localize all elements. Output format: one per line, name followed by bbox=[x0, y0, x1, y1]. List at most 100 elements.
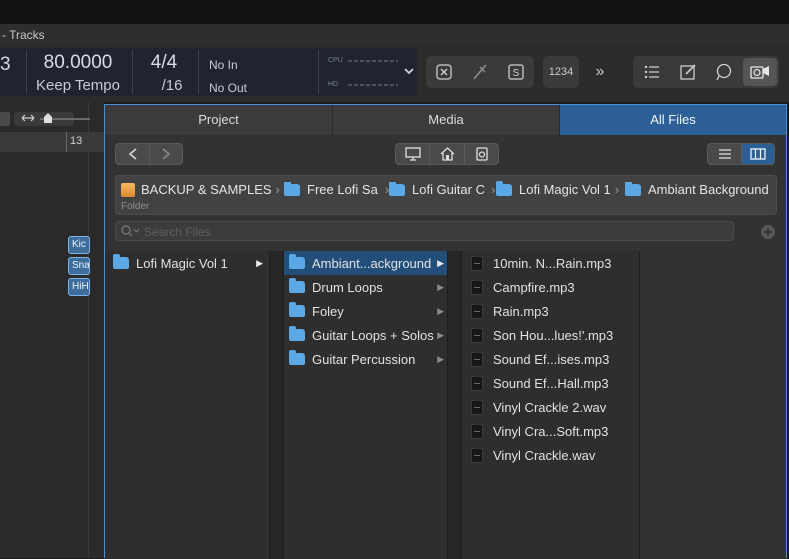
time-signature[interactable]: 4/4 bbox=[134, 52, 194, 74]
chevron-right-icon: ▶ bbox=[437, 257, 444, 268]
item-label: Vinyl Crackle 2.wav bbox=[493, 399, 607, 415]
list-item[interactable]: Son Hou...lues!'.mp3 bbox=[462, 323, 639, 347]
search-placeholder: Search Files bbox=[144, 225, 211, 239]
breadcrumb-lofi-magic[interactable]: Lofi Magic Vol 1 › bbox=[496, 180, 624, 197]
item-label: 10min. N...Rain.mp3 bbox=[493, 255, 612, 271]
tuner-icon[interactable] bbox=[468, 60, 492, 84]
item-label: Vinyl Crackle.wav bbox=[493, 447, 596, 463]
list-item[interactable]: Vinyl Crackle.wav bbox=[462, 443, 639, 467]
search-field[interactable]: Search Files bbox=[115, 221, 734, 241]
list-item[interactable]: Ambiant...ackground ▶ bbox=[284, 251, 447, 275]
breadcrumb-free-lofi[interactable]: Free Lofi Sa bbox=[284, 182, 381, 197]
list-item[interactable]: Vinyl Crackle 2.wav bbox=[462, 395, 639, 419]
forward-icon[interactable] bbox=[150, 144, 182, 164]
breadcrumb-lofi-guitar[interactable]: Lofi Guitar C bbox=[389, 182, 487, 197]
item-label: Campfire.mp3 bbox=[493, 279, 575, 295]
list-item[interactable]: Foley ▶ bbox=[284, 299, 447, 323]
item-label: Sound Ef...ises.mp3 bbox=[493, 351, 610, 367]
tab-project[interactable]: Project bbox=[105, 105, 333, 135]
breadcrumb-label: Lofi Guitar C bbox=[412, 182, 485, 197]
svg-text:S: S bbox=[513, 68, 520, 79]
tab-media[interactable]: Media bbox=[333, 105, 560, 135]
count-in-button[interactable]: 1234 bbox=[543, 56, 579, 88]
chevron-right-icon: ▶ bbox=[256, 257, 263, 268]
audio-file-icon bbox=[471, 399, 483, 415]
item-label: Foley bbox=[312, 303, 344, 319]
tracks-toolbar bbox=[0, 108, 104, 130]
solo-icon[interactable]: S bbox=[504, 60, 528, 84]
region-kick[interactable]: Kic bbox=[68, 236, 90, 254]
item-label: Vinyl Cra...Soft.mp3 bbox=[493, 423, 609, 439]
computer-icon[interactable] bbox=[396, 144, 430, 164]
breadcrumb-label: Ambiant Background bbox=[648, 182, 769, 197]
tempo-value[interactable]: 80.0000 bbox=[28, 52, 128, 74]
list-item[interactable]: Guitar Loops + Solos ▶ bbox=[284, 323, 447, 347]
home-icon[interactable] bbox=[430, 144, 465, 164]
folder-icon bbox=[289, 278, 305, 293]
hd-meter bbox=[348, 84, 398, 86]
browser-icon[interactable] bbox=[743, 58, 777, 86]
lcd-bar-value: 3 bbox=[0, 54, 11, 75]
horizontal-zoom-icon[interactable] bbox=[20, 110, 36, 126]
lcd-chevron-down-icon[interactable] bbox=[402, 64, 416, 78]
audio-file-icon bbox=[471, 375, 483, 391]
breadcrumb-ambiant-background[interactable]: Ambiant Background bbox=[625, 182, 775, 197]
quick-help-icon[interactable] bbox=[432, 60, 456, 84]
audio-file-icon bbox=[471, 351, 483, 367]
list-view-icon[interactable] bbox=[708, 144, 742, 164]
audio-file-icon bbox=[471, 327, 483, 343]
region-snare[interactable]: Sna bbox=[68, 257, 90, 275]
audio-file-icon bbox=[471, 447, 483, 463]
breadcrumb-backup-samples[interactable]: BACKUP & SAMPLES › bbox=[121, 182, 285, 197]
lcd-display[interactable]: 3 80.0000 Keep Tempo 4/4 /16 No In No Ou… bbox=[0, 48, 417, 96]
cpu-meter bbox=[348, 60, 398, 62]
search-icon bbox=[120, 224, 142, 238]
tracks-area bbox=[0, 102, 104, 558]
breadcrumb-label: Free Lofi Sa bbox=[307, 182, 378, 197]
list-item[interactable]: Lofi Magic Vol 1 ▶ bbox=[105, 251, 269, 275]
folder-icon bbox=[389, 182, 405, 196]
region-hihat[interactable]: HiH bbox=[68, 278, 90, 296]
tempo-mode[interactable]: Keep Tempo bbox=[28, 77, 128, 94]
view-mode-group bbox=[707, 143, 775, 165]
breadcrumb-label: Lofi Magic Vol 1 bbox=[519, 182, 611, 197]
item-label: Drum Loops bbox=[312, 279, 383, 295]
folder-icon bbox=[289, 350, 305, 365]
project-folder-icon[interactable] bbox=[465, 144, 499, 164]
list-item[interactable]: 10min. N...Rain.mp3 bbox=[462, 251, 639, 275]
folder-icon bbox=[289, 254, 305, 269]
locations-group bbox=[395, 143, 499, 165]
list-item[interactable]: Campfire.mp3 bbox=[462, 275, 639, 299]
add-icon[interactable] bbox=[760, 224, 776, 240]
list-item[interactable]: Drum Loops ▶ bbox=[284, 275, 447, 299]
item-label: Guitar Percussion bbox=[312, 351, 416, 367]
browser-column-3: 10min. N...Rain.mp3 Campfire.mp3 Rain.mp… bbox=[462, 251, 640, 559]
item-label: Rain.mp3 bbox=[493, 303, 549, 319]
list-item[interactable]: Sound Ef...ises.mp3 bbox=[462, 347, 639, 371]
list-editors-icon[interactable] bbox=[639, 60, 665, 84]
timeline-ruler[interactable]: 13 bbox=[0, 132, 104, 152]
column-view-icon[interactable] bbox=[742, 144, 774, 164]
folder-icon bbox=[289, 302, 305, 317]
midi-in: No In bbox=[209, 58, 238, 72]
loop-browser-icon[interactable] bbox=[711, 60, 737, 84]
browser-column-2: Ambiant...ackground ▶ Drum Loops ▶ Foley… bbox=[284, 251, 448, 559]
list-item[interactable]: Sound Ef...Hall.mp3 bbox=[462, 371, 639, 395]
edit-tools-group: S bbox=[426, 56, 534, 88]
back-icon[interactable] bbox=[116, 144, 150, 164]
browser-column-1: Lofi Magic Vol 1 ▶ bbox=[105, 251, 270, 559]
tab-all-files[interactable]: All Files bbox=[560, 105, 786, 135]
folder-icon bbox=[113, 254, 129, 269]
back-forward-group bbox=[115, 143, 183, 165]
audio-file-icon bbox=[471, 279, 483, 295]
audio-file-icon bbox=[471, 255, 483, 271]
item-label: Son Hou...lues!'.mp3 bbox=[493, 327, 614, 343]
item-label: Ambiant...ackground bbox=[312, 255, 432, 271]
zoom-slider-thumb[interactable] bbox=[43, 112, 53, 124]
notepad-icon[interactable] bbox=[675, 60, 701, 84]
list-item[interactable]: Rain.mp3 bbox=[462, 299, 639, 323]
list-item[interactable]: Vinyl Cra...Soft.mp3 bbox=[462, 419, 639, 443]
item-label: Lofi Magic Vol 1 bbox=[136, 255, 228, 271]
more-button[interactable]: » bbox=[588, 60, 612, 84]
list-item[interactable]: Guitar Percussion ▶ bbox=[284, 347, 447, 371]
